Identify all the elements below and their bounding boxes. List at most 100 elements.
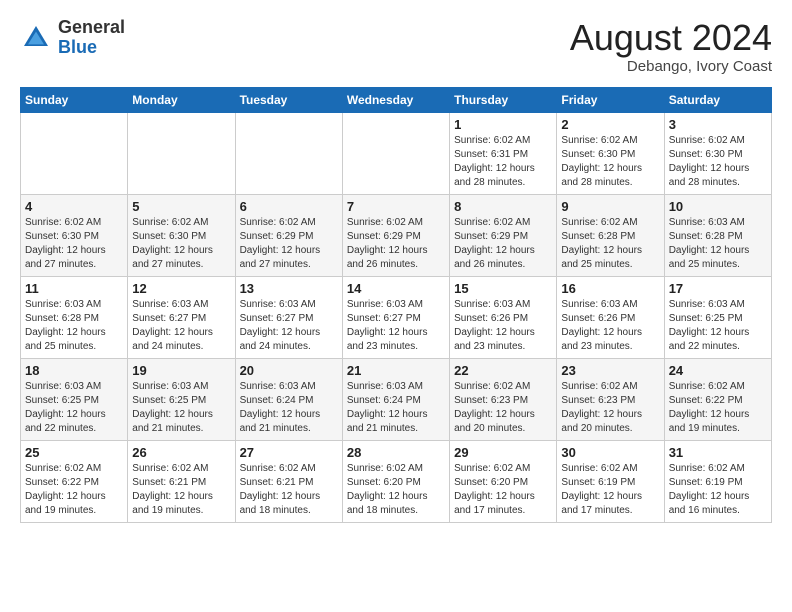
day-num-5: 5 bbox=[132, 199, 230, 214]
day-detail-14: Sunrise: 6:03 AM Sunset: 6:27 PM Dayligh… bbox=[347, 298, 445, 354]
day-num-18: 18 bbox=[25, 363, 123, 378]
col-monday: Monday bbox=[128, 87, 235, 112]
week-row-2: 11 Sunrise: 6:03 AM Sunset: 6:28 PM Dayli… bbox=[21, 276, 772, 358]
cell-4-0: 25 Sunrise: 6:02 AM Sunset: 6:22 PM Dayli… bbox=[21, 440, 128, 522]
day-detail-2: Sunrise: 6:02 AM Sunset: 6:30 PM Dayligh… bbox=[561, 134, 659, 190]
day-detail-17: Sunrise: 6:03 AM Sunset: 6:25 PM Dayligh… bbox=[669, 298, 767, 354]
cell-4-3: 28 Sunrise: 6:02 AM Sunset: 6:20 PM Dayli… bbox=[342, 440, 449, 522]
cell-3-4: 22Sunrise: 6:02 AM Sunset: 6:23 PM Dayli… bbox=[450, 358, 557, 440]
col-thursday: Thursday bbox=[450, 87, 557, 112]
cell-3-3: 21Sunrise: 6:03 AM Sunset: 6:24 PM Dayli… bbox=[342, 358, 449, 440]
day-num-15: 15 bbox=[454, 281, 552, 296]
cell-3-1: 19 Sunrise: 6:03 AM Sunset: 6:25 PM Dayli… bbox=[128, 358, 235, 440]
day-detail-1: Sunrise: 6:02 AM Sunset: 6:31 PM Dayligh… bbox=[454, 134, 552, 190]
cell-1-3: 7 Sunrise: 6:02 AM Sunset: 6:29 PM Daylig… bbox=[342, 194, 449, 276]
day-num-27: 27 bbox=[240, 445, 338, 460]
day-detail-15: Sunrise: 6:03 AM Sunset: 6:26 PM Dayligh… bbox=[454, 298, 552, 354]
day-detail-22: Sunrise: 6:02 AM Sunset: 6:23 PM Dayligh… bbox=[454, 380, 552, 436]
cell-1-0: 4 Sunrise: 6:02 AM Sunset: 6:30 PM Daylig… bbox=[21, 194, 128, 276]
day-num-28: 28 bbox=[347, 445, 445, 460]
day-num-16: 16 bbox=[561, 281, 659, 296]
week-row-1: 4 Sunrise: 6:02 AM Sunset: 6:30 PM Daylig… bbox=[21, 194, 772, 276]
day-num-10: 10 bbox=[669, 199, 767, 214]
day-detail-18: Sunrise: 6:03 AM Sunset: 6:25 PM Dayligh… bbox=[25, 380, 123, 436]
page: General Blue August 2024 Debango, Ivory … bbox=[0, 0, 792, 533]
day-num-23: 23 bbox=[561, 363, 659, 378]
logo-text: General Blue bbox=[58, 18, 125, 58]
day-detail-29: Sunrise: 6:02 AM Sunset: 6:20 PM Dayligh… bbox=[454, 462, 552, 518]
cell-0-3 bbox=[342, 112, 449, 194]
day-detail-19: Sunrise: 6:03 AM Sunset: 6:25 PM Dayligh… bbox=[132, 380, 230, 436]
day-num-24: 24 bbox=[669, 363, 767, 378]
logo-general: General bbox=[58, 17, 125, 37]
day-num-7: 7 bbox=[347, 199, 445, 214]
day-detail-20: Sunrise: 6:03 AM Sunset: 6:24 PM Dayligh… bbox=[240, 380, 338, 436]
cell-3-0: 18 Sunrise: 6:03 AM Sunset: 6:25 PM Dayli… bbox=[21, 358, 128, 440]
week-row-4: 25 Sunrise: 6:02 AM Sunset: 6:22 PM Dayli… bbox=[21, 440, 772, 522]
title-block: August 2024 Debango, Ivory Coast bbox=[570, 18, 772, 75]
day-num-8: 8 bbox=[454, 199, 552, 214]
day-detail-12: Sunrise: 6:03 AM Sunset: 6:27 PM Dayligh… bbox=[132, 298, 230, 354]
col-saturday: Saturday bbox=[664, 87, 771, 112]
month-title: August 2024 bbox=[570, 18, 772, 58]
week-row-3: 18 Sunrise: 6:03 AM Sunset: 6:25 PM Dayli… bbox=[21, 358, 772, 440]
day-detail-7: Sunrise: 6:02 AM Sunset: 6:29 PM Dayligh… bbox=[347, 216, 445, 272]
cell-0-4: 1Sunrise: 6:02 AM Sunset: 6:31 PM Daylig… bbox=[450, 112, 557, 194]
day-detail-6: Sunrise: 6:02 AM Sunset: 6:29 PM Dayligh… bbox=[240, 216, 338, 272]
cell-1-1: 5 Sunrise: 6:02 AM Sunset: 6:30 PM Daylig… bbox=[128, 194, 235, 276]
cell-0-5: 2Sunrise: 6:02 AM Sunset: 6:30 PM Daylig… bbox=[557, 112, 664, 194]
cell-2-6: 17 Sunrise: 6:03 AM Sunset: 6:25 PM Dayli… bbox=[664, 276, 771, 358]
day-detail-4: Sunrise: 6:02 AM Sunset: 6:30 PM Dayligh… bbox=[25, 216, 123, 272]
col-sunday: Sunday bbox=[21, 87, 128, 112]
day-detail-30: Sunrise: 6:02 AM Sunset: 6:19 PM Dayligh… bbox=[561, 462, 659, 518]
cell-1-5: 9 Sunrise: 6:02 AM Sunset: 6:28 PM Daylig… bbox=[557, 194, 664, 276]
cell-0-0 bbox=[21, 112, 128, 194]
cell-4-2: 27Sunrise: 6:02 AM Sunset: 6:21 PM Dayli… bbox=[235, 440, 342, 522]
cell-2-3: 14Sunrise: 6:03 AM Sunset: 6:27 PM Dayli… bbox=[342, 276, 449, 358]
day-detail-25: Sunrise: 6:02 AM Sunset: 6:22 PM Dayligh… bbox=[25, 462, 123, 518]
day-num-11: 11 bbox=[25, 281, 123, 296]
day-detail-5: Sunrise: 6:02 AM Sunset: 6:30 PM Dayligh… bbox=[132, 216, 230, 272]
cell-4-6: 31Sunrise: 6:02 AM Sunset: 6:19 PM Dayli… bbox=[664, 440, 771, 522]
cell-2-2: 13 Sunrise: 6:03 AM Sunset: 6:27 PM Dayli… bbox=[235, 276, 342, 358]
day-detail-8: Sunrise: 6:02 AM Sunset: 6:29 PM Dayligh… bbox=[454, 216, 552, 272]
day-num-9: 9 bbox=[561, 199, 659, 214]
cell-2-1: 12Sunrise: 6:03 AM Sunset: 6:27 PM Dayli… bbox=[128, 276, 235, 358]
day-num-19: 19 bbox=[132, 363, 230, 378]
cell-4-5: 30 Sunrise: 6:02 AM Sunset: 6:19 PM Dayli… bbox=[557, 440, 664, 522]
day-num-6: 6 bbox=[240, 199, 338, 214]
day-detail-3: Sunrise: 6:02 AM Sunset: 6:30 PM Dayligh… bbox=[669, 134, 767, 190]
week-row-0: 1Sunrise: 6:02 AM Sunset: 6:31 PM Daylig… bbox=[21, 112, 772, 194]
cell-0-6: 3Sunrise: 6:02 AM Sunset: 6:30 PM Daylig… bbox=[664, 112, 771, 194]
day-detail-28: Sunrise: 6:02 AM Sunset: 6:20 PM Dayligh… bbox=[347, 462, 445, 518]
day-num-20: 20 bbox=[240, 363, 338, 378]
cell-4-4: 29 Sunrise: 6:02 AM Sunset: 6:20 PM Dayli… bbox=[450, 440, 557, 522]
day-num-29: 29 bbox=[454, 445, 552, 460]
cell-2-4: 15 Sunrise: 6:03 AM Sunset: 6:26 PM Dayli… bbox=[450, 276, 557, 358]
cell-1-4: 8 Sunrise: 6:02 AM Sunset: 6:29 PM Daylig… bbox=[450, 194, 557, 276]
calendar-header-row: Sunday Monday Tuesday Wednesday Thursday… bbox=[21, 87, 772, 112]
day-num-30: 30 bbox=[561, 445, 659, 460]
logo-blue: Blue bbox=[58, 37, 97, 57]
calendar-table: Sunday Monday Tuesday Wednesday Thursday… bbox=[20, 87, 772, 523]
cell-2-0: 11 Sunrise: 6:03 AM Sunset: 6:28 PM Dayli… bbox=[21, 276, 128, 358]
day-num-25: 25 bbox=[25, 445, 123, 460]
day-num-26: 26 bbox=[132, 445, 230, 460]
cell-1-6: 10Sunrise: 6:03 AM Sunset: 6:28 PM Dayli… bbox=[664, 194, 771, 276]
day-detail-13: Sunrise: 6:03 AM Sunset: 6:27 PM Dayligh… bbox=[240, 298, 338, 354]
day-num-31: 31 bbox=[669, 445, 767, 460]
day-detail-9: Sunrise: 6:02 AM Sunset: 6:28 PM Dayligh… bbox=[561, 216, 659, 272]
day-num-13: 13 bbox=[240, 281, 338, 296]
col-wednesday: Wednesday bbox=[342, 87, 449, 112]
day-num-17: 17 bbox=[669, 281, 767, 296]
day-num-4: 4 bbox=[25, 199, 123, 214]
header: General Blue August 2024 Debango, Ivory … bbox=[20, 18, 772, 75]
cell-0-2 bbox=[235, 112, 342, 194]
day-detail-11: Sunrise: 6:03 AM Sunset: 6:28 PM Dayligh… bbox=[25, 298, 123, 354]
day-detail-24: Sunrise: 6:02 AM Sunset: 6:22 PM Dayligh… bbox=[669, 380, 767, 436]
day-detail-21: Sunrise: 6:03 AM Sunset: 6:24 PM Dayligh… bbox=[347, 380, 445, 436]
cell-1-2: 6 Sunrise: 6:02 AM Sunset: 6:29 PM Daylig… bbox=[235, 194, 342, 276]
logo-icon bbox=[20, 22, 52, 54]
cell-3-2: 20 Sunrise: 6:03 AM Sunset: 6:24 PM Dayli… bbox=[235, 358, 342, 440]
day-detail-16: Sunrise: 6:03 AM Sunset: 6:26 PM Dayligh… bbox=[561, 298, 659, 354]
